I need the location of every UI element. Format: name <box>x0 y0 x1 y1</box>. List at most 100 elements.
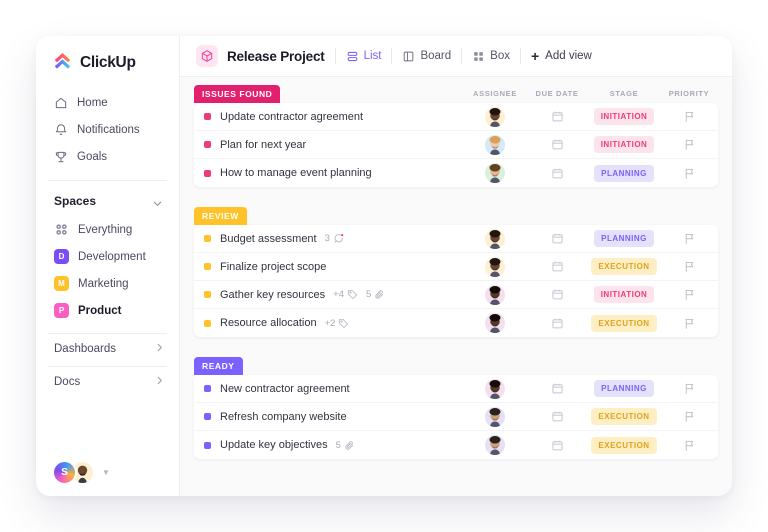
avatar[interactable] <box>485 107 505 127</box>
cell-priority[interactable] <box>660 382 718 395</box>
table-row[interactable]: How to manage event planning PLANNING <box>194 159 718 187</box>
cell-stage[interactable]: INITIATION <box>588 108 660 125</box>
sidebar-item-dashboards[interactable]: Dashboards <box>36 334 179 364</box>
cell-assignee[interactable] <box>464 407 526 427</box>
task-status-dot[interactable] <box>204 320 211 327</box>
cell-priority[interactable] <box>660 288 718 301</box>
column-header-stage[interactable]: STAGE <box>588 89 660 98</box>
cell-due-date[interactable] <box>526 439 588 452</box>
status-badge[interactable]: INITIATION <box>594 108 655 125</box>
sidebar-item-docs[interactable]: Docs <box>36 367 179 397</box>
sidebar-item-goals[interactable]: Goals <box>36 143 179 170</box>
table-row[interactable]: Plan for next year INITIATION <box>194 131 718 159</box>
cell-due-date[interactable] <box>526 288 588 301</box>
task-name[interactable]: Update key objectives <box>220 439 328 451</box>
sidebar-item-marketing[interactable]: M Marketing <box>36 270 179 297</box>
flag-icon[interactable] <box>683 138 696 151</box>
caret-down-icon[interactable]: ▼ <box>102 468 110 477</box>
cell-priority[interactable] <box>660 317 718 330</box>
sidebar-item-notifications[interactable]: Notifications <box>36 116 179 143</box>
task-status-dot[interactable] <box>204 442 211 449</box>
calendar-icon[interactable] <box>551 110 564 123</box>
avatar[interactable] <box>485 285 505 305</box>
task-meta[interactable]: 5 <box>336 440 355 451</box>
task-status-dot[interactable] <box>204 413 211 420</box>
task-meta[interactable]: +4 <box>333 289 358 300</box>
cell-stage[interactable]: EXECUTION <box>588 408 660 425</box>
task-status-dot[interactable] <box>204 385 211 392</box>
cell-priority[interactable] <box>660 110 718 123</box>
sidebar-item-product[interactable]: P Product <box>36 297 179 324</box>
flag-icon[interactable] <box>683 260 696 273</box>
sidebar-item-home[interactable]: Home <box>36 89 179 116</box>
avatar[interactable] <box>485 407 505 427</box>
task-status-dot[interactable] <box>204 291 211 298</box>
calendar-icon[interactable] <box>551 288 564 301</box>
cell-assignee[interactable] <box>464 285 526 305</box>
cell-due-date[interactable] <box>526 410 588 423</box>
avatar[interactable] <box>485 379 505 399</box>
calendar-icon[interactable] <box>551 167 564 180</box>
cell-assignee[interactable] <box>464 257 526 277</box>
cell-assignee[interactable] <box>464 135 526 155</box>
table-row[interactable]: Budget assessment 3 PLANNING <box>194 225 718 253</box>
calendar-icon[interactable] <box>551 232 564 245</box>
cell-stage[interactable]: PLANNING <box>588 380 660 397</box>
task-status-dot[interactable] <box>204 170 211 177</box>
sidebar-item-everything[interactable]: Everything <box>36 216 179 243</box>
flag-icon[interactable] <box>683 232 696 245</box>
task-name[interactable]: Resource allocation <box>220 317 317 329</box>
table-row[interactable]: New contractor agreement PLANNING <box>194 375 718 403</box>
task-name[interactable]: Finalize project scope <box>220 261 326 273</box>
group-status-badge[interactable]: REVIEW <box>194 207 247 225</box>
workspace-avatar[interactable]: S <box>52 460 77 485</box>
avatar[interactable] <box>485 135 505 155</box>
column-header-assignee[interactable]: ASSIGNEE <box>464 89 526 98</box>
tab-board[interactable]: Board <box>402 50 451 63</box>
cell-due-date[interactable] <box>526 138 588 151</box>
cell-stage[interactable]: PLANNING <box>588 165 660 182</box>
cell-assignee[interactable] <box>464 107 526 127</box>
cell-assignee[interactable] <box>464 163 526 183</box>
add-view-button[interactable]: + Add view <box>531 49 592 63</box>
cell-due-date[interactable] <box>526 260 588 273</box>
avatar[interactable] <box>485 313 505 333</box>
task-meta[interactable]: 3 <box>325 233 344 244</box>
task-meta[interactable]: 5 <box>366 289 385 300</box>
tab-box[interactable]: Box <box>472 50 510 63</box>
flag-icon[interactable] <box>683 167 696 180</box>
status-badge[interactable]: EXECUTION <box>591 315 656 332</box>
column-header-due-date[interactable]: DUE DATE <box>526 89 588 98</box>
avatar[interactable] <box>485 435 505 455</box>
cell-priority[interactable] <box>660 410 718 423</box>
cell-due-date[interactable] <box>526 110 588 123</box>
calendar-icon[interactable] <box>551 317 564 330</box>
task-status-dot[interactable] <box>204 113 211 120</box>
spaces-section-header[interactable]: Spaces <box>36 181 179 216</box>
task-name[interactable]: Update contractor agreement <box>220 111 363 123</box>
status-badge[interactable]: PLANNING <box>594 165 654 182</box>
sidebar-item-development[interactable]: D Development <box>36 243 179 270</box>
status-badge[interactable]: EXECUTION <box>591 408 656 425</box>
status-badge[interactable]: EXECUTION <box>591 437 656 454</box>
status-badge[interactable]: PLANNING <box>594 380 654 397</box>
table-row[interactable]: Update key objectives 5 EXECUTION <box>194 431 718 459</box>
table-row[interactable]: Gather key resources +4 5 INITIATION <box>194 281 718 309</box>
cell-stage[interactable]: PLANNING <box>588 230 660 247</box>
column-header-priority[interactable]: PRIORITY <box>660 89 718 98</box>
brand[interactable]: ClickUp <box>36 36 179 87</box>
flag-icon[interactable] <box>683 317 696 330</box>
cell-priority[interactable] <box>660 232 718 245</box>
task-status-dot[interactable] <box>204 235 211 242</box>
flag-icon[interactable] <box>683 382 696 395</box>
cell-assignee[interactable] <box>464 313 526 333</box>
task-status-dot[interactable] <box>204 141 211 148</box>
status-badge[interactable]: PLANNING <box>594 230 654 247</box>
table-row[interactable]: Refresh company website EXECUTION <box>194 403 718 431</box>
cell-due-date[interactable] <box>526 317 588 330</box>
table-row[interactable]: Update contractor agreement INITIATION <box>194 103 718 131</box>
cell-priority[interactable] <box>660 260 718 273</box>
cell-priority[interactable] <box>660 167 718 180</box>
cell-priority[interactable] <box>660 439 718 452</box>
group-status-badge[interactable]: ISSUES FOUND <box>194 85 280 103</box>
